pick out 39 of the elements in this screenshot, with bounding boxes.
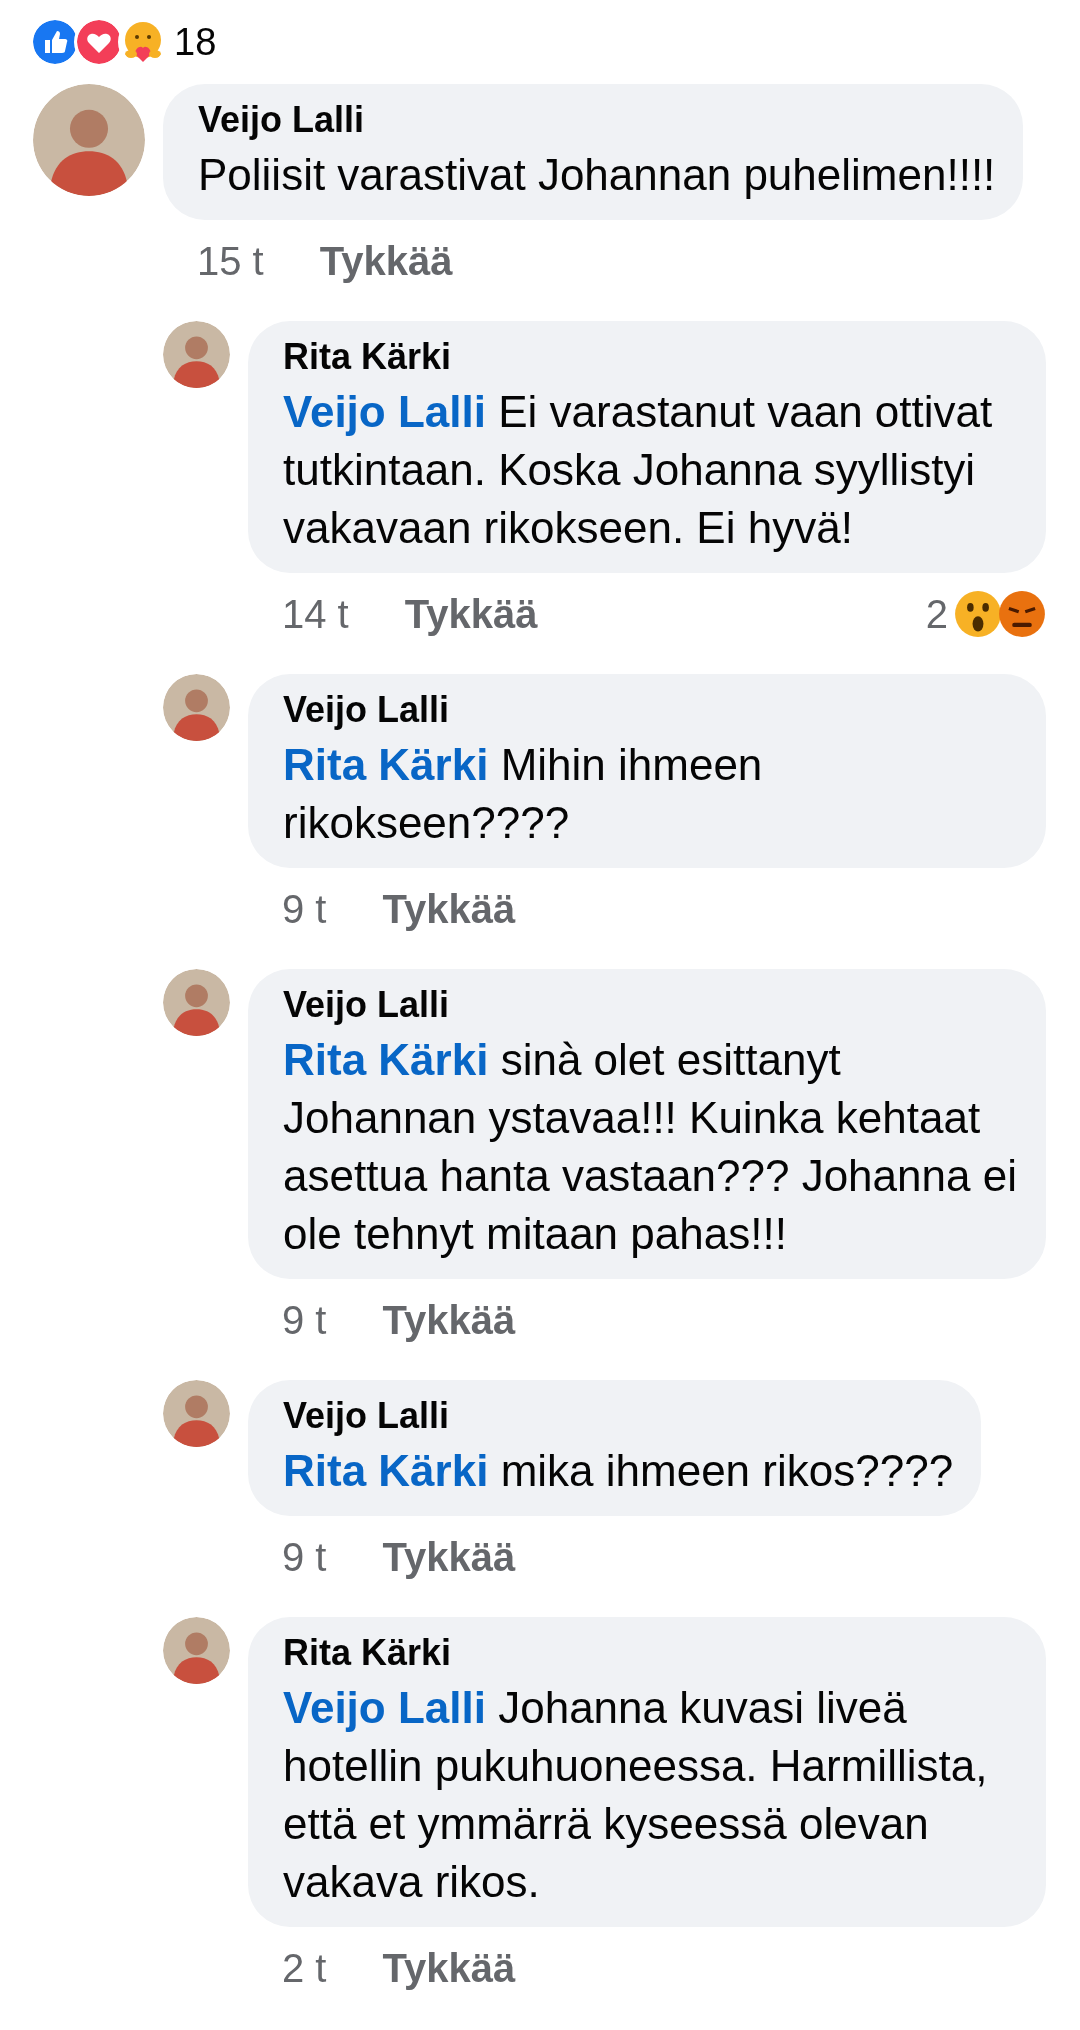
author-name[interactable]: Rita Kärki xyxy=(283,1627,1018,1679)
mention-link[interactable]: Veijo Lalli xyxy=(283,387,486,436)
comment-time: 14 t xyxy=(282,591,349,638)
comment-time: 9 t xyxy=(282,886,327,933)
like-button[interactable]: Tykkää xyxy=(319,231,453,291)
mention-link[interactable]: Rita Kärki xyxy=(283,1446,489,1495)
comment-time: 9 t xyxy=(282,1297,327,1344)
like-button[interactable]: Tykkää xyxy=(404,584,538,644)
avatar[interactable] xyxy=(163,321,230,388)
mention-link[interactable]: Rita Kärki xyxy=(283,740,489,789)
like-button[interactable]: Tykkää xyxy=(382,1938,516,1998)
mention-link[interactable]: Veijo Lalli xyxy=(283,1683,486,1732)
comment-time: 15 t xyxy=(197,238,264,285)
reaction-count[interactable]: 18 xyxy=(174,13,217,71)
comment-time: 9 t xyxy=(282,1534,327,1581)
avatar[interactable] xyxy=(163,969,230,1036)
reaction-count[interactable]: 2 xyxy=(925,584,948,644)
comment-text: Veijo Lalli Ei varastanut vaan ottivat tutkintaan. Koska Johanna syyllistyi vakavaan rikokseen. Ei hyvä! xyxy=(283,386,994,554)
surprised-face-icon xyxy=(954,590,1002,638)
comment-text: Rita Kärki Mihin ihmeen rikokseen???? xyxy=(283,739,764,849)
comment-text: Rita Kärki sinà olet esittanyt Johannan ystavaa!!! Kuinka kehtaat asettua hanta vastaan??? Johanna ei ole tehnyt mitaan pahas!!! xyxy=(283,1034,1018,1260)
mention-link[interactable]: Rita Kärki xyxy=(283,1035,489,1084)
like-button[interactable]: Tykkää xyxy=(382,1527,516,1587)
avatar[interactable] xyxy=(163,1617,230,1684)
angry-face-icon xyxy=(998,590,1046,638)
author-name[interactable]: Rita Kärki xyxy=(283,331,1018,383)
author-name[interactable]: Veijo Lalli xyxy=(283,1390,954,1442)
like-button[interactable]: Tykkää xyxy=(382,1290,516,1350)
comment-text: Veijo Lalli Johanna kuvasi liveä hotellin pukuhuoneessa. Harmillista, että et ymmärrä kyseessä olevan vakava rikos. xyxy=(283,1682,989,1908)
comment-time: 2 t xyxy=(282,1945,327,1992)
comment-text: Poliisit varastivat Johannan puhelimen!!!! xyxy=(198,149,996,201)
comment-text: Rita Kärki mika ihmeen rikos???? xyxy=(283,1445,954,1497)
avatar[interactable] xyxy=(33,84,145,196)
avatar[interactable] xyxy=(163,674,230,741)
author-name[interactable]: Veijo Lalli xyxy=(198,94,996,146)
author-name[interactable]: Veijo Lalli xyxy=(283,979,1018,1031)
author-name[interactable]: Veijo Lalli xyxy=(283,684,1018,736)
like-button[interactable]: Tykkää xyxy=(382,879,516,939)
avatar[interactable] xyxy=(163,1380,230,1447)
